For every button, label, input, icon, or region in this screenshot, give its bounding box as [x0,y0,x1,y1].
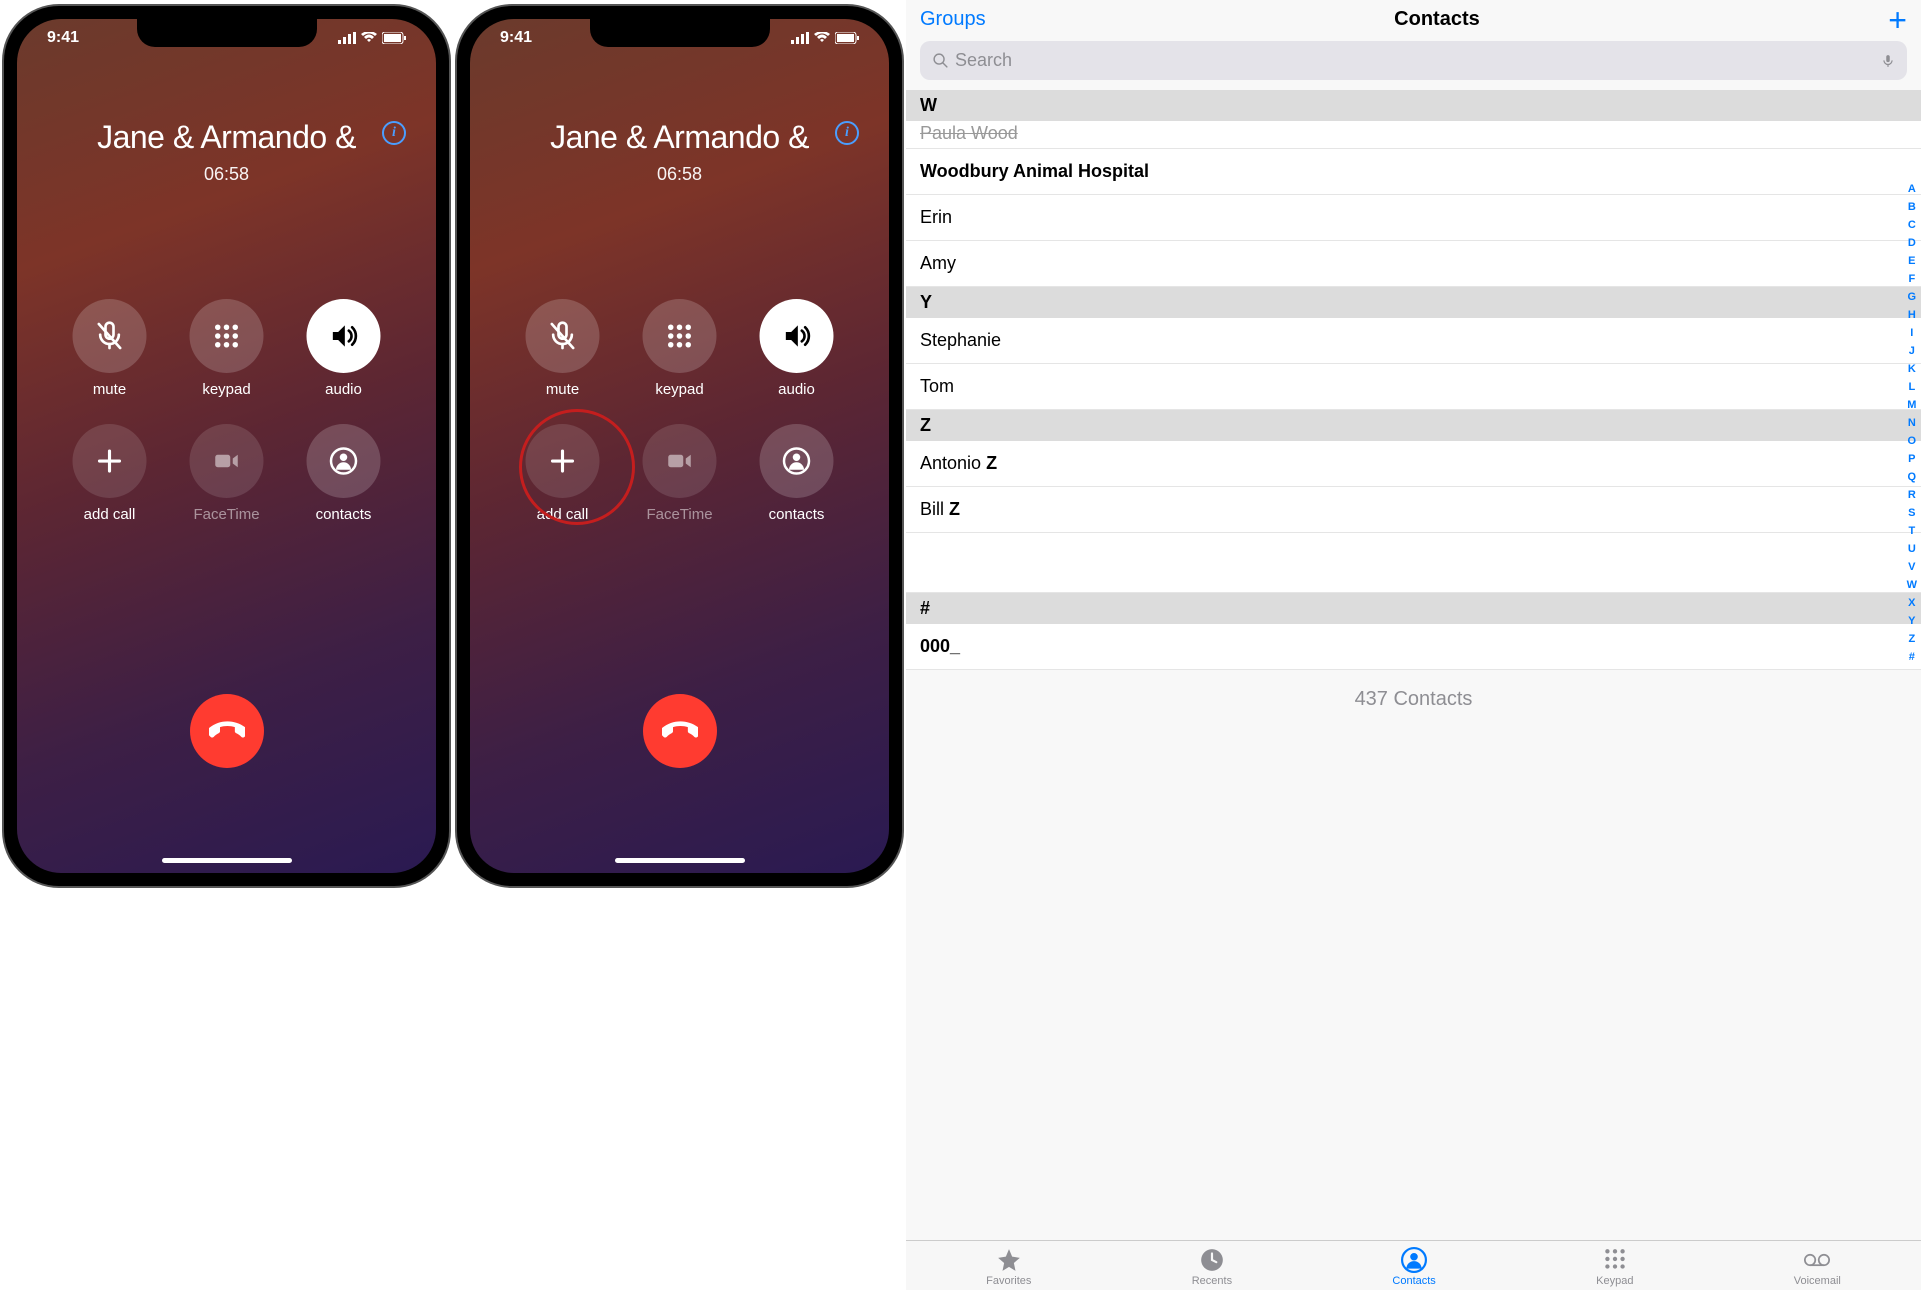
call-screen: 9:41 Jane & Armando & 06:58 i mute keypa… [470,19,889,873]
person-icon [1401,1247,1427,1273]
keypad-icon [1602,1247,1628,1273]
tab-contacts[interactable]: Contacts [1392,1247,1435,1287]
clock-icon [1199,1247,1225,1273]
phone-mockup-2: 9:41 Jane & Armando & 06:58 i mute keypa… [457,6,902,886]
section-header-z: Z [906,410,1921,441]
home-indicator[interactable] [162,858,292,863]
caller-name: Jane & Armando & [17,119,436,156]
contact-row[interactable]: Bill Z [906,487,1921,533]
phone-mockup-1: 9:41 Jane & Armando & 06:58 i mute keypa… [4,6,449,886]
status-time: 9:41 [500,29,532,47]
section-header-hash: # [906,593,1921,624]
contact-row[interactable]: Stephanie [906,318,1921,364]
contact-row[interactable]: Tom [906,364,1921,410]
status-time: 9:41 [47,29,79,47]
call-duration: 06:58 [17,164,436,185]
tab-voicemail[interactable]: Voicemail [1794,1247,1841,1287]
voicemail-icon [1804,1247,1830,1273]
tab-bar: Favorites Recents Contacts Keypad Voicem… [906,1240,1921,1290]
call-controls: mute keypad audio add call FaceTime cont… [62,299,391,523]
contacts-title: Contacts [1394,8,1480,31]
contact-row[interactable]: Erin [906,195,1921,241]
audio-label: audio [325,381,362,398]
end-call-button[interactable] [190,694,264,768]
section-header-y: Y [906,287,1921,318]
info-icon[interactable]: i [835,121,859,145]
caller-name: Jane & Armando & [470,119,889,156]
tab-recents[interactable]: Recents [1192,1247,1232,1287]
facetime-label: FaceTime [646,506,712,523]
section-header-w: W [906,90,1921,121]
facetime-label: FaceTime [193,506,259,523]
audio-label: audio [778,381,815,398]
search-icon [932,52,949,69]
alphabet-index[interactable]: ABCDEFGHIJKLMNOPQRSTUVWXYZ# [1907,180,1917,666]
keypad-button[interactable]: keypad [190,299,264,398]
call-duration: 06:58 [470,164,889,185]
star-icon [996,1247,1022,1273]
empty-space [906,533,1921,593]
mute-label: mute [546,381,579,398]
end-call-button[interactable] [643,694,717,768]
highlight-annotation [519,409,635,525]
contact-row[interactable]: 000_ [906,624,1921,670]
contacts-header: Groups Contacts + Search [906,0,1921,90]
groups-button[interactable]: Groups [920,8,986,31]
mute-button[interactable]: mute [526,299,600,398]
facetime-button[interactable]: FaceTime [643,424,717,523]
facetime-button[interactable]: FaceTime [190,424,264,523]
info-icon[interactable]: i [382,121,406,145]
audio-button[interactable]: audio [307,299,381,398]
add-call-button[interactable]: add call [73,424,147,523]
contact-row[interactable]: Antonio Z [906,441,1921,487]
contacts-button[interactable]: contacts [307,424,381,523]
contacts-app: Groups Contacts + Search W Paula Wood Wo… [906,0,1921,1290]
notch [137,19,317,47]
keypad-button[interactable]: keypad [643,299,717,398]
contact-row[interactable]: Paula Wood [906,121,1921,149]
contact-count: 437 Contacts [906,670,1921,729]
call-screen: 9:41 Jane & Armando & 06:58 i mute keypa… [17,19,436,873]
keypad-label: keypad [655,381,703,398]
contacts-button[interactable]: contacts [760,424,834,523]
status-icons [338,29,406,47]
contact-row[interactable]: Amy [906,241,1921,287]
contacts-label: contacts [769,506,825,523]
audio-button[interactable]: audio [760,299,834,398]
mic-icon[interactable] [1881,51,1895,71]
tab-favorites[interactable]: Favorites [986,1247,1031,1287]
keypad-label: keypad [202,381,250,398]
tab-keypad[interactable]: Keypad [1596,1247,1633,1287]
home-indicator[interactable] [615,858,745,863]
mute-label: mute [93,381,126,398]
contacts-label: contacts [316,506,372,523]
search-field[interactable]: Search [920,41,1907,80]
mute-button[interactable]: mute [73,299,147,398]
notch [590,19,770,47]
add-call-label: add call [84,506,136,523]
contact-row[interactable]: Woodbury Animal Hospital [906,149,1921,195]
search-placeholder: Search [955,50,1012,71]
status-icons [791,29,859,47]
add-contact-button[interactable]: + [1888,10,1907,30]
